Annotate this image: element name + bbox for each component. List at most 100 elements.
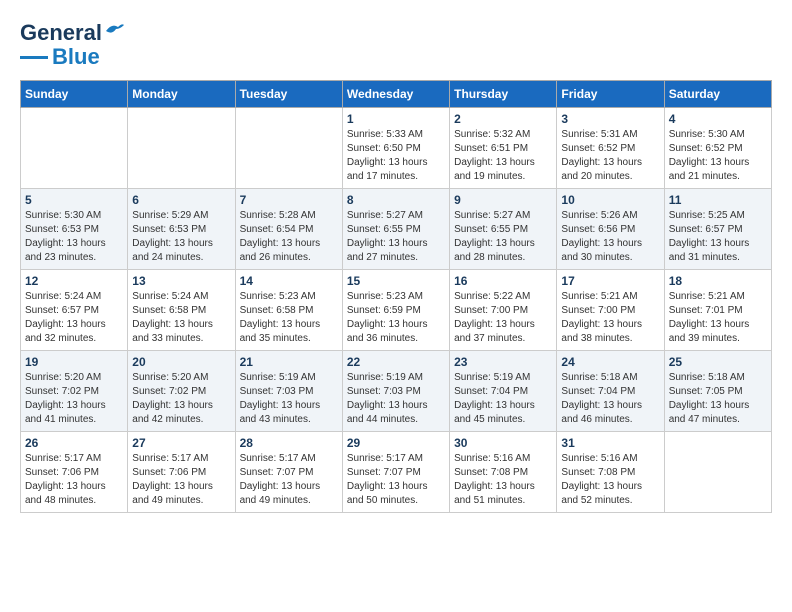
day-number: 18 [669,274,767,288]
day-number: 13 [132,274,230,288]
day-number: 22 [347,355,445,369]
calendar-cell: 9Sunrise: 5:27 AM Sunset: 6:55 PM Daylig… [450,189,557,270]
day-number: 12 [25,274,123,288]
day-info: Sunrise: 5:29 AM Sunset: 6:53 PM Dayligh… [132,209,230,265]
day-number: 4 [669,112,767,126]
day-number: 30 [454,436,552,450]
day-number: 25 [669,355,767,369]
day-info: Sunrise: 5:33 AM Sunset: 6:50 PM Dayligh… [347,128,445,184]
day-number: 17 [561,274,659,288]
calendar-cell: 4 Sunrise: 5:30 AM Sunset: 6:52 PM Daylig… [664,108,771,189]
day-info: Sunrise: 5:24 AM Sunset: 6:57 PM Dayligh… [25,290,123,346]
calendar-cell: 22 Sunrise: 5:19 AM Sunset: 7:03 PM Dayli… [342,351,449,432]
day-info: Sunrise: 5:17 AM Sunset: 7:06 PM Dayligh… [132,452,230,508]
week-row-3: 12 Sunrise: 5:24 AM Sunset: 6:57 PM Dayli… [21,270,772,351]
day-info: Sunrise: 5:20 AM Sunset: 7:02 PM Dayligh… [25,371,123,427]
header-day-monday: Monday [128,81,235,108]
header-day-wednesday: Wednesday [342,81,449,108]
calendar-cell: 25 Sunrise: 5:18 AM Sunset: 7:05 PM Dayli… [664,351,771,432]
calendar-cell: 15 Sunrise: 5:23 AM Sunset: 6:59 PM Dayli… [342,270,449,351]
day-info: Sunrise: 5:27 AM Sunset: 6:55 PM Dayligh… [347,209,445,265]
day-info: Sunrise: 5:17 AM Sunset: 7:07 PM Dayligh… [347,452,445,508]
logo-blue: Blue [52,44,100,70]
header-row: SundayMondayTuesdayWednesdayThursdayFrid… [21,81,772,108]
header-day-saturday: Saturday [664,81,771,108]
calendar-cell: 26 Sunrise: 5:17 AM Sunset: 7:06 PM Dayli… [21,432,128,513]
header-day-sunday: Sunday [21,81,128,108]
calendar-cell: 13 Sunrise: 5:24 AM Sunset: 6:58 PM Dayli… [128,270,235,351]
day-number: 14 [240,274,338,288]
day-info: Sunrise: 5:21 AM Sunset: 7:00 PM Dayligh… [561,290,659,346]
day-info: Sunrise: 5:22 AM Sunset: 7:00 PM Dayligh… [454,290,552,346]
calendar-cell: 23 Sunrise: 5:19 AM Sunset: 7:04 PM Dayli… [450,351,557,432]
day-number: 19 [25,355,123,369]
day-info: Sunrise: 5:25 AM Sunset: 6:57 PM Dayligh… [669,209,767,265]
day-number: 6 [132,193,230,207]
calendar-cell: 30Sunrise: 5:16 AM Sunset: 7:08 PM Dayli… [450,432,557,513]
week-row-5: 26 Sunrise: 5:17 AM Sunset: 7:06 PM Dayli… [21,432,772,513]
day-info: Sunrise: 5:18 AM Sunset: 7:05 PM Dayligh… [669,371,767,427]
day-number: 24 [561,355,659,369]
calendar-cell: 5 Sunrise: 5:30 AM Sunset: 6:53 PM Daylig… [21,189,128,270]
day-info: Sunrise: 5:23 AM Sunset: 6:59 PM Dayligh… [347,290,445,346]
logo-bird-icon [104,21,126,39]
day-number: 20 [132,355,230,369]
calendar-cell: 17 Sunrise: 5:21 AM Sunset: 7:00 PM Dayli… [557,270,664,351]
calendar-cell: 16 Sunrise: 5:22 AM Sunset: 7:00 PM Dayli… [450,270,557,351]
header-day-tuesday: Tuesday [235,81,342,108]
calendar-cell: 20 Sunrise: 5:20 AM Sunset: 7:02 PM Dayli… [128,351,235,432]
day-number: 10 [561,193,659,207]
day-info: Sunrise: 5:26 AM Sunset: 6:56 PM Dayligh… [561,209,659,265]
page-header: General Blue [20,20,772,70]
calendar-cell: 31Sunrise: 5:16 AM Sunset: 7:08 PM Dayli… [557,432,664,513]
calendar-cell: 19 Sunrise: 5:20 AM Sunset: 7:02 PM Dayli… [21,351,128,432]
calendar-cell: 3Sunrise: 5:31 AM Sunset: 6:52 PM Daylig… [557,108,664,189]
day-number: 1 [347,112,445,126]
day-info: Sunrise: 5:17 AM Sunset: 7:06 PM Dayligh… [25,452,123,508]
calendar-cell [128,108,235,189]
calendar-cell: 24 Sunrise: 5:18 AM Sunset: 7:04 PM Dayli… [557,351,664,432]
calendar-body: 1 Sunrise: 5:33 AM Sunset: 6:50 PM Daylig… [21,108,772,513]
day-info: Sunrise: 5:30 AM Sunset: 6:52 PM Dayligh… [669,128,767,184]
day-number: 28 [240,436,338,450]
day-info: Sunrise: 5:17 AM Sunset: 7:07 PM Dayligh… [240,452,338,508]
calendar-cell: 18 Sunrise: 5:21 AM Sunset: 7:01 PM Dayli… [664,270,771,351]
day-info: Sunrise: 5:16 AM Sunset: 7:08 PM Dayligh… [561,452,659,508]
day-info: Sunrise: 5:32 AM Sunset: 6:51 PM Dayligh… [454,128,552,184]
calendar-table: SundayMondayTuesdayWednesdayThursdayFrid… [20,80,772,513]
calendar-cell: 27Sunrise: 5:17 AM Sunset: 7:06 PM Dayli… [128,432,235,513]
day-info: Sunrise: 5:19 AM Sunset: 7:03 PM Dayligh… [347,371,445,427]
calendar-cell: 2 Sunrise: 5:32 AM Sunset: 6:51 PM Daylig… [450,108,557,189]
calendar-cell: 11Sunrise: 5:25 AM Sunset: 6:57 PM Dayli… [664,189,771,270]
day-info: Sunrise: 5:21 AM Sunset: 7:01 PM Dayligh… [669,290,767,346]
week-row-4: 19 Sunrise: 5:20 AM Sunset: 7:02 PM Dayli… [21,351,772,432]
day-info: Sunrise: 5:24 AM Sunset: 6:58 PM Dayligh… [132,290,230,346]
calendar-cell: 14 Sunrise: 5:23 AM Sunset: 6:58 PM Dayli… [235,270,342,351]
day-info: Sunrise: 5:19 AM Sunset: 7:04 PM Dayligh… [454,371,552,427]
day-info: Sunrise: 5:28 AM Sunset: 6:54 PM Dayligh… [240,209,338,265]
day-number: 5 [25,193,123,207]
week-row-1: 1 Sunrise: 5:33 AM Sunset: 6:50 PM Daylig… [21,108,772,189]
day-info: Sunrise: 5:23 AM Sunset: 6:58 PM Dayligh… [240,290,338,346]
day-info: Sunrise: 5:31 AM Sunset: 6:52 PM Dayligh… [561,128,659,184]
calendar-cell: 10 Sunrise: 5:26 AM Sunset: 6:56 PM Dayli… [557,189,664,270]
header-day-thursday: Thursday [450,81,557,108]
day-number: 23 [454,355,552,369]
calendar-cell: 6 Sunrise: 5:29 AM Sunset: 6:53 PM Daylig… [128,189,235,270]
day-number: 15 [347,274,445,288]
week-row-2: 5 Sunrise: 5:30 AM Sunset: 6:53 PM Daylig… [21,189,772,270]
calendar-cell: 21Sunrise: 5:19 AM Sunset: 7:03 PM Dayli… [235,351,342,432]
calendar-cell: 29Sunrise: 5:17 AM Sunset: 7:07 PM Dayli… [342,432,449,513]
calendar-cell: 1 Sunrise: 5:33 AM Sunset: 6:50 PM Daylig… [342,108,449,189]
day-info: Sunrise: 5:30 AM Sunset: 6:53 PM Dayligh… [25,209,123,265]
logo: General Blue [20,20,126,70]
day-number: 2 [454,112,552,126]
calendar-header: SundayMondayTuesdayWednesdayThursdayFrid… [21,81,772,108]
day-info: Sunrise: 5:27 AM Sunset: 6:55 PM Dayligh… [454,209,552,265]
calendar-cell: 8Sunrise: 5:27 AM Sunset: 6:55 PM Daylig… [342,189,449,270]
day-number: 26 [25,436,123,450]
calendar-cell [664,432,771,513]
day-info: Sunrise: 5:18 AM Sunset: 7:04 PM Dayligh… [561,371,659,427]
day-info: Sunrise: 5:20 AM Sunset: 7:02 PM Dayligh… [132,371,230,427]
day-number: 16 [454,274,552,288]
